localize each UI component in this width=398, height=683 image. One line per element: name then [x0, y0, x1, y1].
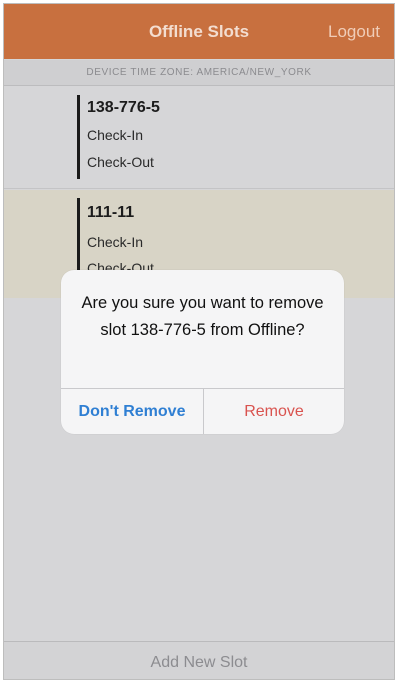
slot-id: 138-776-5 [87, 99, 160, 116]
slot-id: 111-11 [87, 204, 135, 221]
alert-message: Are you sure you want to remove slot 138… [81, 294, 324, 339]
dont-remove-button[interactable]: Don't Remove [61, 389, 203, 434]
timezone-label: DEVICE TIME ZONE: AMERICA/NEW_YORK [4, 60, 394, 86]
remove-slot-alert: Are you sure you want to remove slot 138… [61, 270, 344, 434]
slot-indicator-bar [77, 95, 80, 179]
slot-row[interactable]: 138-776-5 Check-In Check-Out [4, 87, 394, 189]
remove-button[interactable]: Remove [204, 389, 344, 434]
slot-check-in: Check-In [87, 234, 144, 250]
logout-button[interactable]: Logout [328, 22, 380, 42]
slot-check-out: Check-Out [87, 154, 154, 170]
add-new-slot-button[interactable]: Add New Slot [4, 641, 394, 679]
app-screen: Offline Slots Logout DEVICE TIME ZONE: A… [3, 3, 395, 680]
navigation-bar: Offline Slots Logout [4, 4, 394, 59]
slot-check-in: Check-In [87, 127, 144, 143]
